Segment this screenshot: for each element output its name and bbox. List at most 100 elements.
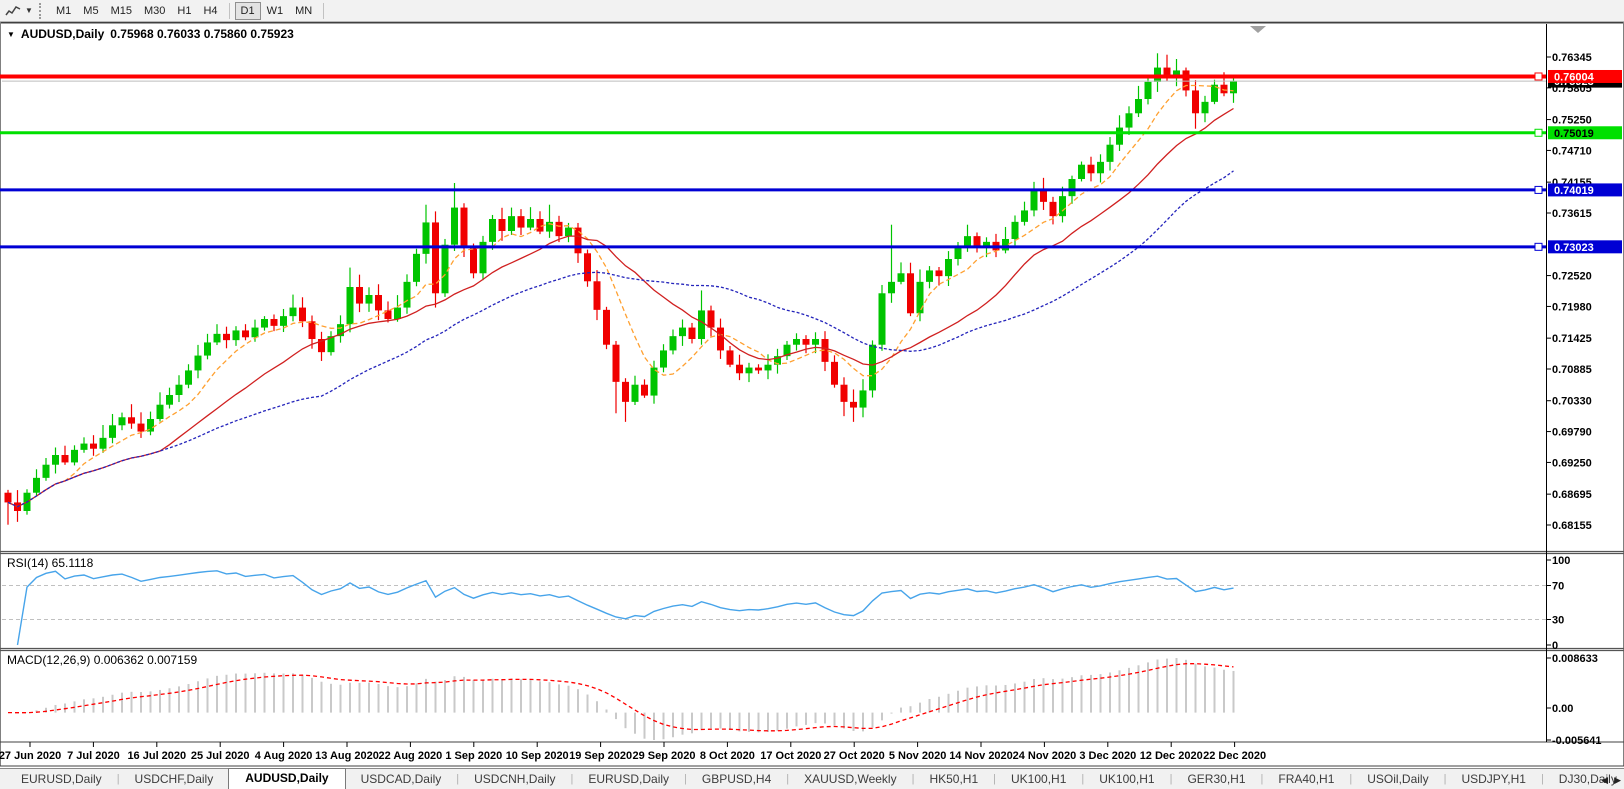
date-tick-label: 24 Nov 2020 <box>1013 750 1077 762</box>
chart-type-dropdown-icon[interactable]: ▼ <box>23 6 35 15</box>
candle-body <box>679 327 686 337</box>
price-level-badge-label: 0.75019 <box>1554 128 1594 140</box>
toolbar-grip[interactable] <box>39 2 44 19</box>
candle-body <box>460 207 468 248</box>
candle-body <box>1011 221 1019 239</box>
price-tick-label: 0.71980 <box>1552 301 1592 313</box>
date-tick-label: 22 Aug 2020 <box>379 750 443 762</box>
price-tick-label: 0.69790 <box>1552 427 1592 439</box>
candle-body <box>641 384 648 396</box>
candle-body <box>1220 84 1228 94</box>
candle-body <box>954 247 962 259</box>
price-tick-label: 0.70885 <box>1552 364 1592 376</box>
timeframe-button-mn[interactable]: MN <box>289 2 318 20</box>
price-tick-label: 0.68695 <box>1552 489 1592 501</box>
candle-body <box>897 273 905 282</box>
candle-body <box>793 339 800 345</box>
price-line-handle[interactable] <box>1534 242 1543 251</box>
tab-hk50-h1[interactable]: HK50,H1 <box>914 769 993 789</box>
tab-audusd-daily[interactable]: AUDUSD,Daily <box>228 768 346 789</box>
tab-ger30-h1[interactable]: GER30,H1 <box>1172 769 1260 789</box>
candle-body <box>1087 164 1095 174</box>
timeframe-button-m15[interactable]: M15 <box>105 2 138 20</box>
candle-body <box>565 227 572 237</box>
date-tick-label: 22 Dec 2020 <box>1203 750 1266 762</box>
rsi-tick-label: 100 <box>1552 555 1570 567</box>
price-level-badge-label: 0.74019 <box>1554 185 1594 197</box>
tab-gbpusd-h4[interactable]: GBPUSD,H4 <box>687 769 786 789</box>
candle-body <box>1201 101 1209 114</box>
chart-type-icon[interactable] <box>3 2 23 20</box>
tab-scroll-right-icon[interactable]: ▶ <box>1614 774 1621 786</box>
candle-body <box>1002 239 1009 251</box>
price-line-handle[interactable] <box>1534 128 1543 137</box>
price-level-badge-label: 0.76004 <box>1554 71 1595 83</box>
timeframe-button-m1[interactable]: M1 <box>50 2 77 20</box>
symbol-collapse-icon[interactable]: ▼ <box>7 30 15 39</box>
candle-body <box>745 367 753 374</box>
candle-body <box>232 330 240 341</box>
candle-body <box>698 310 705 339</box>
chart-title: ▼ AUDUSD,Daily 0.75968 0.76033 0.75860 0… <box>7 27 294 41</box>
tab-xauusd-weekly[interactable]: XAUUSD,Weekly <box>789 769 911 789</box>
tab-uk100-h1[interactable]: UK100,H1 <box>996 769 1081 789</box>
candle-body <box>831 361 838 385</box>
timeframe-button-m5[interactable]: M5 <box>77 2 104 20</box>
tab-scroll-left-icon[interactable]: ◀ <box>1601 774 1608 786</box>
candle-body <box>80 443 88 450</box>
tab-eurusd-daily[interactable]: EURUSD,Daily <box>573 769 684 789</box>
price-tick-label: 0.70330 <box>1552 396 1592 408</box>
price-line-handle[interactable] <box>1534 72 1543 81</box>
tab-usoil-daily[interactable]: USOil,Daily <box>1352 769 1443 789</box>
candle-body <box>33 477 40 493</box>
tab-fra40-h1[interactable]: FRA40,H1 <box>1263 769 1349 789</box>
candle-body <box>1078 164 1085 179</box>
candle-body <box>308 321 316 339</box>
candle-body <box>270 319 278 326</box>
candle-body <box>1021 210 1028 222</box>
tab-eurusd-daily[interactable]: EURUSD,Daily <box>6 769 117 789</box>
candle-body <box>422 222 430 254</box>
date-tick-label: 10 Sep 2020 <box>506 750 569 762</box>
candle-body <box>61 455 69 463</box>
price-tick-label: 0.71425 <box>1552 333 1592 345</box>
candle-body <box>128 417 135 424</box>
tab-uk100-h1[interactable]: UK100,H1 <box>1084 769 1169 789</box>
price-tick-label: 0.69250 <box>1552 457 1592 469</box>
timeframe-button-h1[interactable]: H1 <box>171 2 197 20</box>
tab-usdcad-daily[interactable]: USDCAD,Daily <box>346 769 457 789</box>
candle-body <box>508 216 515 231</box>
candle-body <box>432 222 439 294</box>
tab-usdcnh-daily[interactable]: USDCNH,Daily <box>459 769 570 789</box>
candle-body <box>261 319 268 328</box>
date-tick-label: 29 Sep 2020 <box>633 750 696 762</box>
candle-body <box>669 336 677 351</box>
candle-body <box>365 295 373 304</box>
tab-scroll-arrows: ◀ ▶ <box>1601 774 1621 786</box>
candle-body <box>1059 196 1066 217</box>
candle-body <box>612 344 620 382</box>
price-tick-label: 0.75250 <box>1552 115 1592 127</box>
candle-body <box>888 281 895 294</box>
tab-usdchf-daily[interactable]: USDCHF,Daily <box>120 769 229 789</box>
candle-body <box>945 259 952 277</box>
candle-body <box>1097 161 1104 174</box>
timeframe-button-h4[interactable]: H4 <box>197 2 223 20</box>
price-tick-label: 0.76345 <box>1552 52 1592 64</box>
tab-usdjpy-h1[interactable]: USDJPY,H1 <box>1446 769 1540 789</box>
price-line-handle[interactable] <box>1534 185 1543 194</box>
chart-canvas[interactable]: 0.763450.758050.752500.747100.741550.736… <box>0 22 1624 768</box>
timeframe-button-d1[interactable]: D1 <box>234 1 261 20</box>
macd-indicator-label: MACD(12,26,9) 0.006362 0.007159 <box>7 653 198 667</box>
chart-ohlc-values: 0.75968 0.76033 0.75860 0.75923 <box>110 27 294 41</box>
candle-body <box>517 216 525 228</box>
candle-body <box>907 273 914 314</box>
candle-body <box>593 281 601 310</box>
candle-body <box>280 316 287 326</box>
timeframe-button-m30[interactable]: M30 <box>138 2 171 20</box>
candle-body <box>71 449 78 463</box>
timeframe-button-w1[interactable]: W1 <box>261 2 290 20</box>
candle-body <box>1230 81 1237 94</box>
candle-body <box>289 307 297 317</box>
candle-body <box>109 425 116 438</box>
